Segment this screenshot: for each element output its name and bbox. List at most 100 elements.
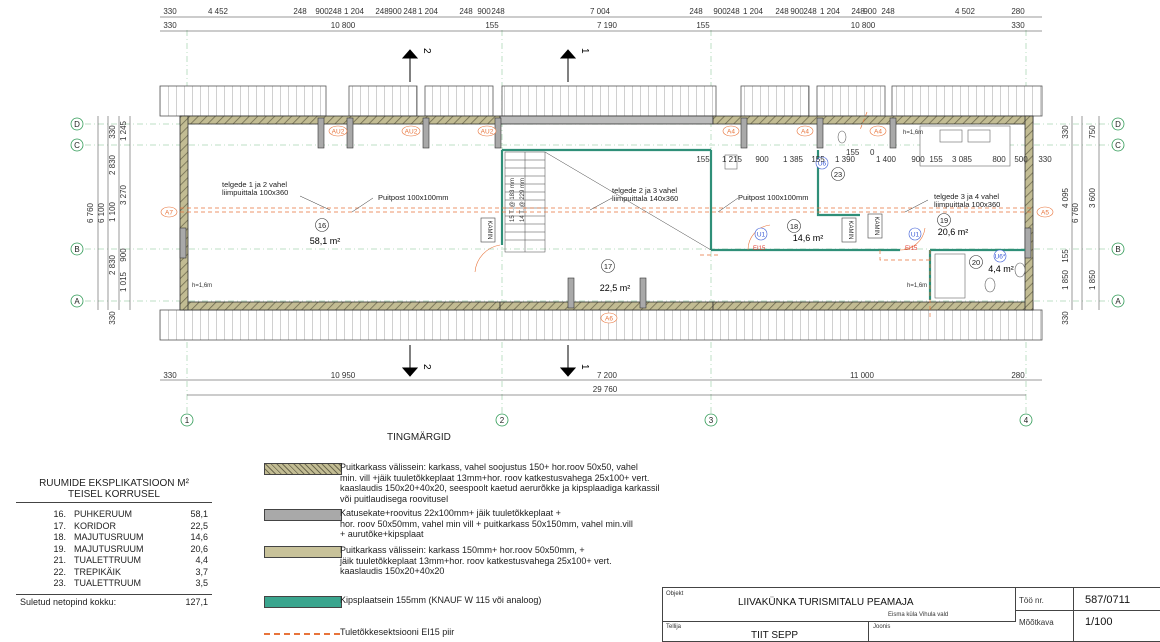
door-tag-labels: U1 U1 U6 U6* — [757, 161, 1006, 261]
room-19-area: 20,6 m² — [938, 227, 969, 237]
inner-dim-label: 1 385 — [783, 155, 804, 164]
room-18-number: 18 — [790, 222, 798, 231]
svg-text:A4: A4 — [727, 129, 735, 136]
svg-text:155: 155 — [846, 148, 860, 157]
svg-text:A6: A6 — [605, 316, 613, 323]
bottom-dim-label: 11 000 — [850, 371, 874, 380]
top-dim-label: 4 452 — [208, 7, 229, 16]
bottom-dim-label: 10 950 — [331, 371, 356, 380]
explication-row: 23. TUALETTRUUM 3,5 — [16, 578, 212, 590]
legend-swatch — [264, 509, 342, 521]
row-name: MAJUTUSRUUM — [74, 543, 144, 554]
top-dim-label: 248 — [803, 7, 817, 16]
svg-text:A5: A5 — [1041, 210, 1049, 217]
top-dim-label: 248 — [881, 7, 895, 16]
row-area: 3,7 — [195, 566, 208, 577]
row-area: 22,5 — [190, 520, 208, 531]
right-dim-label: 1 850 — [1061, 269, 1070, 290]
svg-text:1: 1 — [185, 416, 190, 425]
beam-label-2: telgede 2 ja 3 vahel liimpuittala 140x36… — [612, 186, 678, 203]
legend-text: Tuletõkkesektsiooni EI15 piir — [340, 627, 455, 637]
bottom-dims-row1: 330 10 950 7 200 11 000 280 — [163, 371, 1025, 380]
svg-text:A: A — [74, 297, 80, 306]
left-dims-far: 1 245 3 270 900 1 015 — [119, 120, 128, 292]
kamin-label-3: KAMIN — [873, 216, 879, 235]
inner-dim-label: 900 — [755, 155, 769, 164]
inner-dim-label: 1 400 — [876, 155, 897, 164]
left-dim-label: 2 830 — [108, 154, 117, 175]
row-number: 22. — [53, 566, 66, 577]
stairs-label-1: 15 T. @ 183 mm — [510, 178, 516, 222]
left-dim-mid: 6 100 — [97, 202, 106, 223]
mootkava-label: Mõõtkava — [1019, 618, 1054, 627]
total-label: Suletud netopind kokku: — [20, 596, 117, 607]
row-name: KORIDOR — [74, 520, 117, 531]
top-dim-label: 248 — [328, 7, 342, 16]
left-dim-label: 1 015 — [119, 271, 128, 292]
row-name: MAJUTUSRUUM — [74, 532, 144, 542]
inner-dim-label: 900 — [911, 155, 925, 164]
right-dim-label: 4 095 — [1061, 187, 1070, 208]
explication-row: 17. KORIDOR 22,5 — [16, 521, 212, 533]
left-dims-inner: 330 2 830 1 100 2 830 330 — [108, 125, 117, 325]
svg-text:EI15: EI15 — [905, 246, 918, 252]
left-dim-outer: 6 760 — [86, 202, 95, 223]
room-16-area: 58,1 m² — [310, 236, 341, 246]
inner-dim-label: 1 215 — [722, 155, 743, 164]
left-dim-label: 900 — [119, 248, 128, 262]
svg-text:AU2: AU2 — [332, 129, 345, 136]
svg-text:liimpuittala 100x360: liimpuittala 100x360 — [934, 200, 1000, 209]
top-dim-label: 280 — [1011, 7, 1025, 16]
row-number: 18. — [53, 532, 66, 542]
svg-text:0: 0 — [870, 148, 875, 157]
svg-text:U1: U1 — [757, 232, 766, 239]
room-circles — [315, 167, 983, 273]
too-value: 587/0711 — [1085, 594, 1131, 606]
row-area: 20,6 — [190, 543, 208, 554]
room-17-area: 22,5 m² — [600, 283, 631, 293]
svg-text:AU2: AU2 — [405, 129, 418, 136]
svg-text:C: C — [1115, 141, 1121, 150]
svg-text:4: 4 — [1024, 416, 1029, 425]
top-dims-row1: 330 4 452 248 900 248 1 204 248 900 248 1 204 248 9… — [163, 7, 1025, 16]
right-dim-label: 3 600 — [1088, 187, 1097, 208]
inner-dim-label: 155 — [696, 155, 710, 164]
top-dim-label: 900 — [790, 7, 804, 16]
inner-dim-label: 3 085 — [952, 155, 973, 164]
kamin-label-1: KAMIN — [486, 220, 492, 239]
door-tags — [754, 156, 1007, 263]
legend-swatch — [264, 463, 342, 475]
legend-text: Puitkarkass välissein: karkass 150mm+ ho… — [340, 545, 612, 576]
right-dims-outer: 750 3 600 1 850 — [1088, 125, 1097, 290]
svg-text:2: 2 — [500, 416, 505, 425]
top-dim-label: 900 — [863, 7, 877, 16]
legend-swatch — [264, 546, 342, 558]
objekt-name: LIIVAKÜNKA TURISMITALU PEAMAJA — [738, 597, 914, 608]
top-dim-label: 1 204 — [820, 7, 841, 16]
svg-text:AU2: AU2 — [481, 129, 494, 136]
svg-text:A: A — [1115, 297, 1121, 306]
explication-row: 16. PUHKERUUM 58,1 — [16, 509, 212, 521]
inner-dim-label: 330 — [1038, 155, 1052, 164]
left-dim-label: 330 — [108, 311, 117, 325]
svg-text:liimpuittala 140x360: liimpuittala 140x360 — [612, 194, 678, 203]
top-dim-label: 248 — [403, 7, 417, 16]
bottom-dim-label: 330 — [163, 371, 177, 380]
legend-text: Puitkarkass välissein: karkass, vahel so… — [340, 462, 660, 504]
svg-text:C: C — [74, 141, 80, 150]
room-20-number: 20 — [972, 258, 980, 267]
svg-text:3: 3 — [709, 416, 714, 425]
bottom-total-dim: 29 760 — [593, 385, 618, 394]
top-dim-label: 10 800 — [331, 21, 356, 30]
top-dim-label: 248 — [689, 7, 703, 16]
svg-text:A7: A7 — [165, 210, 173, 217]
inner-dim-label: 155 — [811, 155, 825, 164]
svg-text:1: 1 — [579, 364, 590, 370]
title-block: Objekt LIIVAKÜNKA TURISMITALU PEAMAJA Ei… — [662, 587, 1160, 642]
top-dim-label: 900 — [713, 7, 727, 16]
top-dim-label: 248 — [459, 7, 473, 16]
top-dim-label: 248 — [375, 7, 389, 16]
svg-text:1: 1 — [579, 48, 590, 54]
right-dim-label: 1 850 — [1088, 269, 1097, 290]
inner-dim-label: 500 — [1014, 155, 1028, 164]
